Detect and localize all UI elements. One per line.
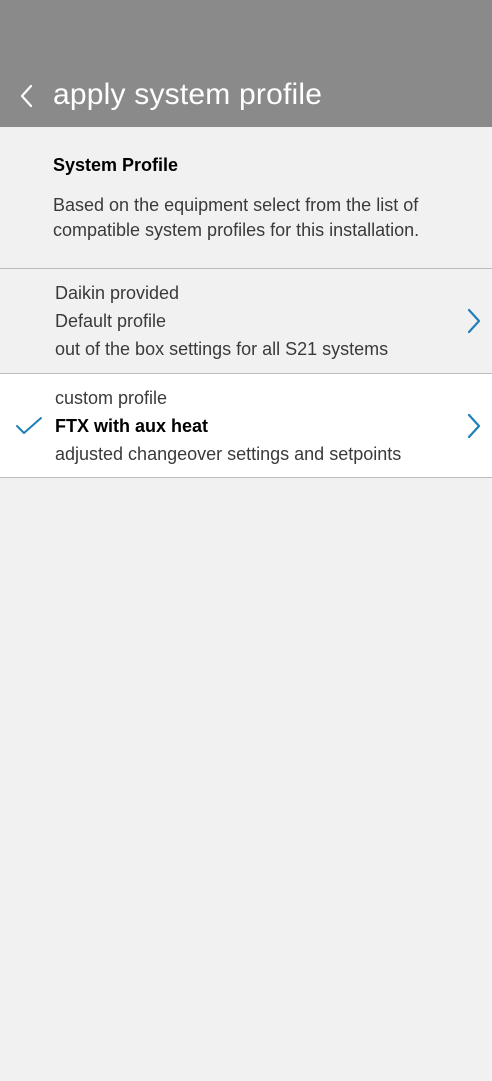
checkmark-icon: [16, 417, 42, 434]
intro-section: System Profile Based on the equipment se…: [0, 127, 492, 268]
chevron-right-icon: [467, 413, 481, 439]
profile-description: adjusted changeover settings and setpoin…: [55, 444, 402, 464]
header-bar: apply system profile: [0, 0, 492, 127]
app-screen: apply system profile System Profile Base…: [0, 0, 492, 1081]
profile-description: out of the box settings for all S21 syst…: [55, 339, 389, 359]
profile-name: FTX with aux heat: [55, 416, 209, 436]
divider: [0, 477, 492, 478]
profile-row-custom[interactable]: custom profile FTX with aux heat adjuste…: [0, 374, 492, 478]
profile-name: Default profile: [55, 311, 167, 331]
profile-category: Daikin provided: [55, 283, 180, 303]
section-title: System Profile: [53, 155, 179, 175]
chevron-right-icon: [467, 308, 481, 334]
section-description: Based on the equipment select from the l…: [53, 195, 420, 240]
profile-category: custom profile: [55, 388, 168, 408]
profile-row-default[interactable]: Daikin provided Default profile out of t…: [0, 269, 492, 373]
back-button[interactable]: [12, 76, 42, 116]
page-title: apply system profile: [53, 78, 323, 111]
chevron-left-icon: [20, 84, 33, 108]
